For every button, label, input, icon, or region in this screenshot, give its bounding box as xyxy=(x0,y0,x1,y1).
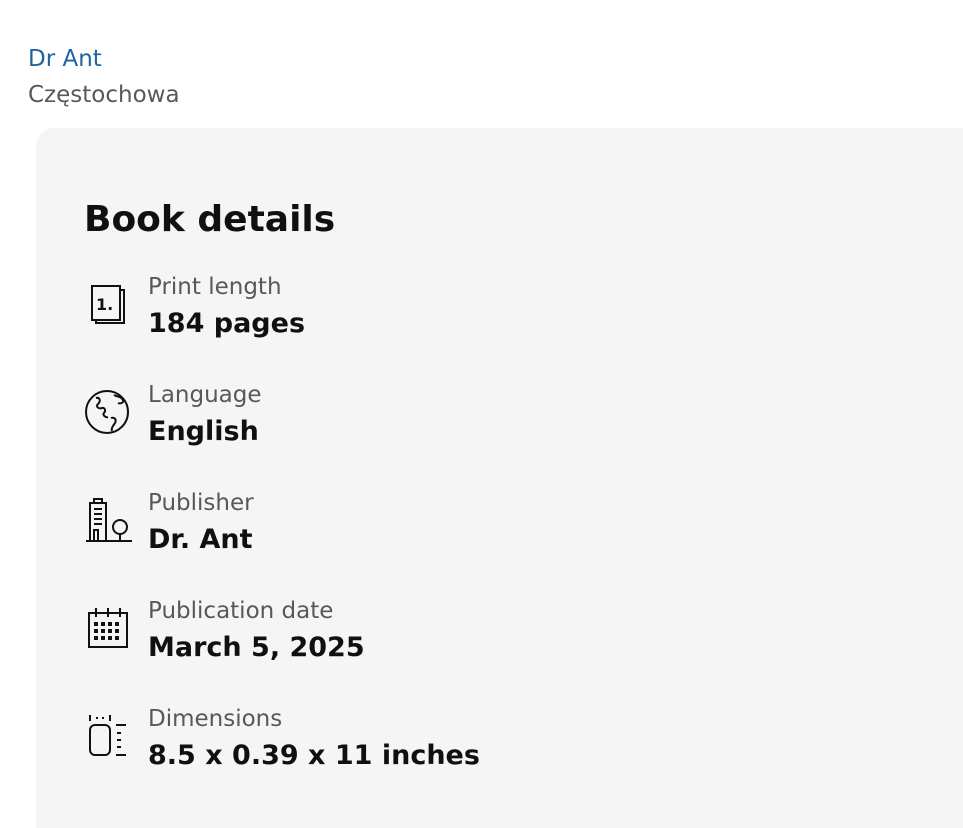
calendar-icon xyxy=(84,601,134,651)
print-length-label: Print length xyxy=(148,274,282,300)
detail-row-publisher: Publisher Dr. Ant xyxy=(84,489,784,555)
detail-row-publication-date: Publication date March 5, 2025 xyxy=(84,597,784,663)
language-value: English xyxy=(148,416,259,447)
page-number-icon: 1. xyxy=(84,277,134,327)
detail-row-language: Language English xyxy=(84,381,784,447)
detail-row-dimensions: Dimensions 8.5 x 0.39 x 11 inches xyxy=(84,705,784,771)
language-label: Language xyxy=(148,382,262,408)
dimensions-value: 8.5 x 0.39 x 11 inches xyxy=(148,740,480,771)
publication-date-value: March 5, 2025 xyxy=(148,632,365,663)
publication-date-label: Publication date xyxy=(148,598,334,624)
dimensions-label: Dimensions xyxy=(148,706,283,732)
publisher-label: Publisher xyxy=(148,490,254,516)
seller-name-link[interactable]: Dr Ant xyxy=(28,44,180,74)
seller-info: Dr Ant Częstochowa xyxy=(28,44,180,110)
book-details-card: Book details 1. Print length 184 pages L… xyxy=(36,128,963,828)
detail-row-print-length: 1. Print length 184 pages xyxy=(84,273,784,339)
print-length-value: 184 pages xyxy=(148,308,306,339)
svg-text:1.: 1. xyxy=(96,295,113,314)
globe-icon xyxy=(84,385,134,435)
book-details-title: Book details xyxy=(84,199,336,240)
dimensions-icon xyxy=(84,709,134,759)
seller-location: Częstochowa xyxy=(28,82,180,108)
building-icon xyxy=(84,493,134,543)
publisher-value: Dr. Ant xyxy=(148,524,253,555)
